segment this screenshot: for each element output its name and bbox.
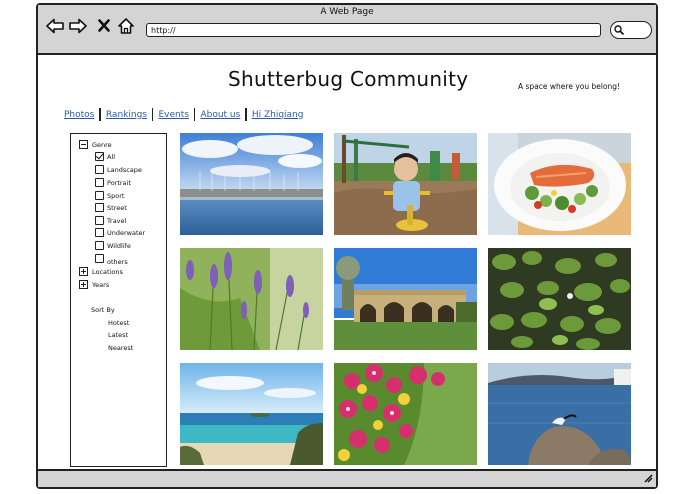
genre-option-travel[interactable]: Travel [95,216,126,225]
genre-label: Landscape [107,165,142,174]
nav-link-events[interactable]: Events [158,110,188,120]
photo-tropical-beach[interactable] [180,363,323,465]
genre-option-street[interactable]: Street [95,203,127,212]
checkbox[interactable] [95,178,104,187]
genre-option-all[interactable]: All [95,152,115,161]
checkbox-checked[interactable] [95,152,104,161]
filter-sidebar: Genre All Landscape Portrait Sport Stree… [70,133,167,467]
sort-option-latest[interactable]: Latest [108,331,128,339]
window-title: A Web Page [320,7,374,17]
checkbox[interactable] [95,203,104,212]
expand-plus-icon[interactable] [79,280,88,289]
nav-separator [99,108,101,121]
browser-search-field[interactable] [610,21,652,39]
nav-link-user-greeting[interactable]: Hi Zhiqiang [252,110,304,120]
site-tagline: A space where you belong! [518,82,621,91]
genre-option-wildlife[interactable]: Wildlife [95,241,131,250]
genre-label: Sport [107,191,125,200]
browser-window: A Web Page http:// Shutterbug Community … [36,3,658,489]
photo-marina-harbor[interactable] [180,133,323,235]
genre-label: All [107,152,116,161]
back-arrow-icon[interactable] [46,18,64,34]
photo-stone-arch-bridge[interactable] [334,248,477,350]
checkbox[interactable] [95,216,104,225]
sort-option-nearest[interactable]: Nearest [108,344,133,352]
genre-label: Underwater [107,228,146,237]
forward-arrow-icon[interactable] [69,18,87,34]
photo-salmon-salad-plate[interactable] [488,133,631,235]
photo-purple-lavender-flowers[interactable] [180,248,323,350]
checkbox[interactable] [95,241,104,250]
nav-separator [193,108,196,121]
photo-seabird-on-rock[interactable] [488,363,631,465]
browser-toolbar: A Web Page http:// [38,5,656,55]
genre-option-others[interactable]: others [95,254,128,266]
genre-label: Street [107,203,127,212]
genre-option-sport[interactable]: Sport [95,191,124,200]
tree-label-locations: Locations [92,267,123,276]
genre-option-portrait[interactable]: Portrait [95,178,131,187]
nav-link-about-us[interactable]: About us [200,110,240,120]
url-input[interactable]: http:// [146,23,601,37]
genre-label: Travel [107,216,127,225]
main-navigation: Photos Rankings Events About us Hi Zhiqi… [64,108,303,121]
nav-separator [151,108,154,121]
nav-link-rankings[interactable]: Rankings [106,110,147,120]
genre-label: Portrait [107,178,131,187]
sort-by-label: Sort By [91,306,115,314]
tree-node-years[interactable]: Years [79,280,109,289]
tree-label-genre: Genre [92,140,112,149]
checkbox[interactable] [95,191,104,200]
resize-grip-icon[interactable] [643,473,653,483]
nav-separator [245,108,247,121]
browser-status-bar [38,469,656,487]
genre-label: Wildlife [107,241,131,250]
page-content: Shutterbug Community A space where you b… [38,55,656,471]
checkbox[interactable] [95,254,104,263]
photo-pink-yellow-flowers[interactable] [334,363,477,465]
search-icon [614,25,624,35]
home-icon[interactable] [117,17,135,35]
genre-option-underwater[interactable]: Underwater [95,228,145,237]
genre-option-landscape[interactable]: Landscape [95,165,142,174]
site-title: Shutterbug Community [228,67,469,91]
tree-label-years: Years [92,280,110,289]
tree-node-locations[interactable]: Locations [79,267,123,276]
nav-link-photos[interactable]: Photos [64,110,94,120]
expand-plus-icon[interactable] [79,267,88,276]
photo-lily-pad-pond[interactable] [488,248,631,350]
checkbox[interactable] [95,228,104,237]
photo-child-playground[interactable] [334,133,477,235]
genre-label: others [107,257,128,266]
tree-node-genre[interactable]: Genre [79,140,112,149]
close-stop-icon[interactable] [98,19,110,32]
collapse-minus-icon[interactable] [79,140,88,149]
checkbox[interactable] [95,165,104,174]
sort-option-hotest[interactable]: Hotest [108,319,129,327]
